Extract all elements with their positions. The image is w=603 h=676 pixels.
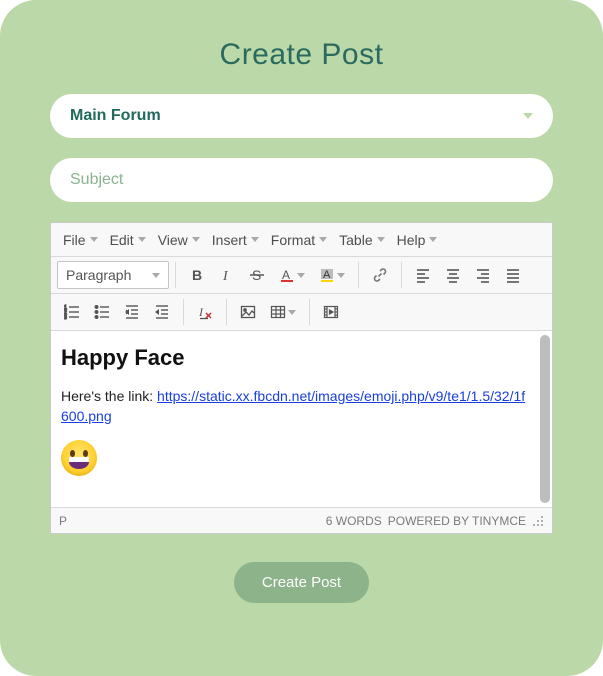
menu-file[interactable]: File xyxy=(57,228,104,252)
background-color-button[interactable]: A xyxy=(312,261,352,289)
menu-view-label: View xyxy=(158,232,188,248)
rich-text-editor: File Edit View Insert Format Table Help … xyxy=(50,222,553,534)
chevron-down-icon xyxy=(337,273,345,278)
svg-text:I: I xyxy=(198,305,204,319)
body-heading: Happy Face xyxy=(61,345,528,371)
toolbar-separator xyxy=(309,299,310,325)
toolbar-separator xyxy=(183,299,184,325)
svg-text:B: B xyxy=(192,267,202,283)
chevron-down-icon xyxy=(152,273,160,278)
svg-text:A: A xyxy=(323,269,331,281)
align-center-button[interactable] xyxy=(438,261,468,289)
status-path[interactable]: P xyxy=(59,514,67,528)
forum-select-value: Main Forum xyxy=(70,107,523,125)
block-format-value: Paragraph xyxy=(66,267,131,283)
block-format-select[interactable]: Paragraph xyxy=(57,261,169,289)
toolbar-separator xyxy=(175,262,176,288)
editor-menubar: File Edit View Insert Format Table Help xyxy=(51,223,552,257)
page-title: Create Post xyxy=(50,38,553,72)
chevron-down-icon xyxy=(138,237,146,242)
resize-handle-icon[interactable] xyxy=(532,515,544,527)
menu-file-label: File xyxy=(63,232,86,248)
menu-view[interactable]: View xyxy=(152,228,206,252)
svg-text:3: 3 xyxy=(64,315,67,320)
ordered-list-button[interactable]: 123 xyxy=(57,298,87,326)
menu-help-label: Help xyxy=(397,232,426,248)
editor-toolbar-row-2: 123 I xyxy=(51,294,552,331)
body-intro-text: Here's the link: xyxy=(61,388,157,404)
editor-toolbar-row-1: Paragraph B I S A A xyxy=(51,257,552,294)
scrollbar-thumb[interactable] xyxy=(540,335,550,503)
grinning-face-icon xyxy=(61,440,97,476)
image-button[interactable] xyxy=(233,298,263,326)
editor-content-area[interactable]: Happy Face Here's the link: https://stat… xyxy=(51,331,552,507)
menu-edit-label: Edit xyxy=(110,232,134,248)
svg-text:I: I xyxy=(222,269,229,283)
bold-button[interactable]: B xyxy=(182,261,212,289)
chevron-down-icon xyxy=(377,237,385,242)
editor-statusbar: P 6 WORDS POWERED BY TINYMCE xyxy=(51,507,552,533)
submit-row: Create Post xyxy=(50,562,553,603)
clear-formatting-button[interactable]: I xyxy=(190,298,220,326)
italic-button[interactable]: I xyxy=(212,261,242,289)
strikethrough-button[interactable]: S xyxy=(242,261,272,289)
subject-input[interactable] xyxy=(70,171,533,189)
menu-insert[interactable]: Insert xyxy=(206,228,265,252)
toolbar-separator xyxy=(401,262,402,288)
editor-content[interactable]: Happy Face Here's the link: https://stat… xyxy=(51,331,538,507)
chevron-down-icon xyxy=(319,237,327,242)
body-paragraph: Here's the link: https://static.xx.fbcdn… xyxy=(61,387,528,426)
menu-table[interactable]: Table xyxy=(333,228,390,252)
toolbar-separator xyxy=(358,262,359,288)
menu-help[interactable]: Help xyxy=(391,228,444,252)
chevron-down-icon xyxy=(297,273,305,278)
subject-field-wrap xyxy=(50,158,553,202)
svg-text:A: A xyxy=(282,268,290,282)
link-button[interactable] xyxy=(365,261,395,289)
text-color-button[interactable]: A xyxy=(272,261,312,289)
align-right-button[interactable] xyxy=(468,261,498,289)
create-post-button[interactable]: Create Post xyxy=(234,562,369,603)
menu-table-label: Table xyxy=(339,232,372,248)
scrollbar[interactable] xyxy=(540,335,550,503)
forum-select[interactable]: Main Forum xyxy=(50,94,553,138)
indent-button[interactable] xyxy=(147,298,177,326)
body-emoji-line xyxy=(61,440,528,482)
menu-format[interactable]: Format xyxy=(265,228,333,252)
align-justify-button[interactable] xyxy=(498,261,528,289)
menu-insert-label: Insert xyxy=(212,232,247,248)
menu-edit[interactable]: Edit xyxy=(104,228,152,252)
table-button[interactable] xyxy=(263,298,303,326)
unordered-list-button[interactable] xyxy=(87,298,117,326)
status-powered-by: POWERED BY TINYMCE xyxy=(388,514,526,528)
status-word-count: 6 WORDS xyxy=(326,514,382,528)
create-post-card: Create Post Main Forum File Edit View In… xyxy=(0,0,603,676)
chevron-down-icon xyxy=(523,113,533,119)
media-button[interactable] xyxy=(316,298,346,326)
toolbar-separator xyxy=(226,299,227,325)
chevron-down-icon xyxy=(288,310,296,315)
chevron-down-icon xyxy=(429,237,437,242)
chevron-down-icon xyxy=(192,237,200,242)
menu-format-label: Format xyxy=(271,232,315,248)
chevron-down-icon xyxy=(90,237,98,242)
outdent-button[interactable] xyxy=(117,298,147,326)
chevron-down-icon xyxy=(251,237,259,242)
align-left-button[interactable] xyxy=(408,261,438,289)
